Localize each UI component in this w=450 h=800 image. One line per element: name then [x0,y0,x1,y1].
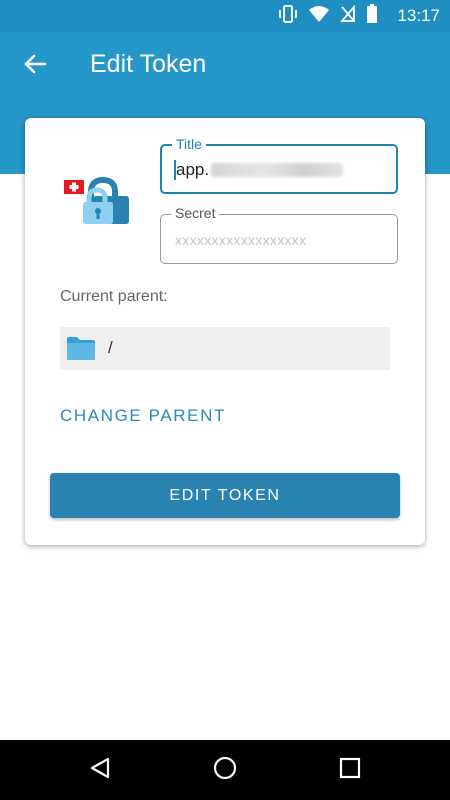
secret-field-label: Secret [171,205,220,221]
edit-token-card: Title app. Secret xxxxxxxxxxxxxxxxxx Cur… [25,118,425,545]
wifi-icon [308,5,330,28]
change-parent-button[interactable]: CHANGE PARENT [60,406,226,426]
title-field-label: Title [172,136,206,152]
status-icons [278,3,378,28]
back-triangle-icon [88,756,112,785]
current-parent-row: / [60,327,390,370]
no-sim-icon [340,4,356,28]
page-title: Edit Token [90,50,207,78]
status-time: 13:17 [397,6,440,25]
arrow-back-icon [23,54,47,79]
battery-icon [366,3,378,29]
screen: 13:17 Edit Token Title app. Secret xxxxx… [0,0,450,800]
nav-home-button[interactable] [210,755,240,785]
redacted-text [211,163,344,177]
secret-field[interactable]: Secret xxxxxxxxxxxxxxxxxx [160,205,398,264]
back-button[interactable] [18,52,52,80]
vibrate-icon [278,4,298,28]
title-field-value[interactable]: app. [174,160,344,180]
nav-back-button[interactable] [85,755,115,785]
recents-square-icon [339,757,361,784]
secret-placeholder: xxxxxxxxxxxxxxxxxx [175,232,307,248]
current-parent-path: / [108,338,113,357]
system-nav-bar [0,740,450,800]
current-parent-label: Current parent: [60,288,168,305]
edit-token-button[interactable]: EDIT TOKEN [50,473,400,518]
folder-icon [66,335,96,361]
title-value-text: app. [176,160,210,179]
status-bar: 13:17 [0,0,450,32]
title-field[interactable]: Title app. [160,136,398,194]
home-circle-icon [212,755,238,786]
swiss-lock-token-icon [63,176,129,226]
nav-recents-button[interactable] [335,755,365,785]
